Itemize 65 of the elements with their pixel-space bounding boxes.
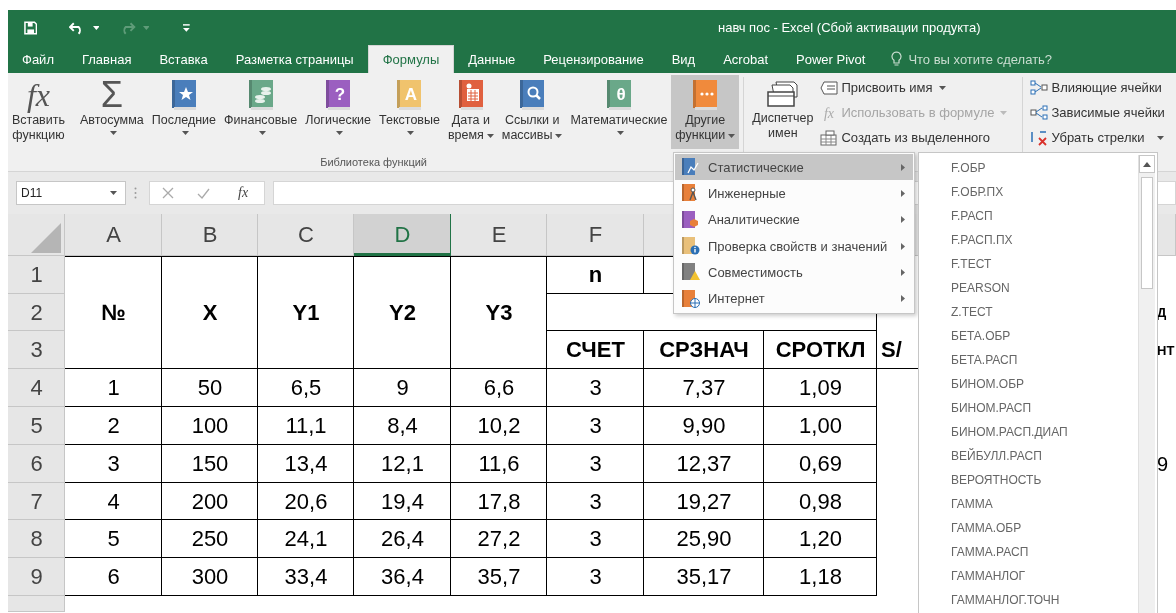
- table-cell: 0,98: [764, 483, 877, 520]
- table-cell: 12,1: [354, 445, 451, 483]
- table-cell: 12,37: [644, 445, 764, 483]
- table-cell: СЧЕТ: [547, 331, 644, 369]
- table-cell: 6: [65, 558, 162, 596]
- table-cell: 35,7: [451, 558, 547, 596]
- table-cell: 4: [65, 483, 162, 520]
- table-cell: 3: [547, 369, 644, 407]
- table-cell: 35,17: [644, 558, 764, 596]
- book-icon: A: [395, 79, 424, 111]
- table-cell: 200: [162, 483, 258, 520]
- table-cell: 100: [162, 407, 258, 445]
- table-cell: 3: [547, 558, 644, 596]
- table-cell: Y1: [258, 256, 354, 369]
- table-cell: 3: [547, 483, 644, 520]
- window-title: навч пос - Excel (Сбой активации продукта): [718, 20, 981, 35]
- table-cell: 9: [354, 369, 451, 407]
- table-cell: 33,4: [258, 558, 354, 596]
- table-cell: Y3: [451, 256, 547, 369]
- table-cell: 17,8: [451, 483, 547, 520]
- table-cell: №: [65, 256, 162, 369]
- table-cell: 50: [162, 369, 258, 407]
- table-cell: 8,4: [354, 407, 451, 445]
- table-cell: 5: [65, 520, 162, 558]
- table-cell: 13,4: [258, 445, 354, 483]
- function-icon: fx: [26, 77, 51, 113]
- table-cell: 1,09: [764, 369, 877, 407]
- table-cell: 25,90: [644, 520, 764, 558]
- table-cell: 2: [65, 407, 162, 445]
- table-cell: n: [547, 256, 644, 294]
- table-cell: X: [162, 256, 258, 369]
- table-cell: СРЗНАЧ: [644, 331, 764, 369]
- table-cell: 6,5: [258, 369, 354, 407]
- table-cell: 0,69: [764, 445, 877, 483]
- table-cell: 1,00: [764, 407, 877, 445]
- book-icon: ?: [324, 79, 353, 111]
- table-cell: 20,6: [258, 483, 354, 520]
- table-cell: Y2: [354, 256, 451, 369]
- table-cell: 1,20: [764, 520, 877, 558]
- table-cell: 11,1: [258, 407, 354, 445]
- table-cell: 11,6: [451, 445, 547, 483]
- table-cell: 3: [547, 445, 644, 483]
- table-cell: 26,4: [354, 520, 451, 558]
- table-cell: 3: [547, 520, 644, 558]
- table-cell: СРОТКЛ: [764, 331, 877, 369]
- table-cell: 19,4: [354, 483, 451, 520]
- table-cell: 1: [65, 369, 162, 407]
- table-cell: 250: [162, 520, 258, 558]
- table-cell: 1,18: [764, 558, 877, 596]
- table-cell: 27,2: [451, 520, 547, 558]
- table-cell: 19,27: [644, 483, 764, 520]
- function-icon: fx: [820, 104, 839, 121]
- group-label: Библиотека функций: [320, 156, 427, 168]
- table-cell: 3: [547, 407, 644, 445]
- table-cell: 3: [65, 445, 162, 483]
- table-cell: 150: [162, 445, 258, 483]
- sigma-icon: Σ: [100, 77, 123, 113]
- table-cell: 24,1: [258, 520, 354, 558]
- table-cell: 6,6: [451, 369, 547, 407]
- book-icon: θ: [604, 79, 633, 111]
- table-cell: 9,90: [644, 407, 764, 445]
- table-cell: 7,37: [644, 369, 764, 407]
- table-cell: 10,2: [451, 407, 547, 445]
- table-cell: 300: [162, 558, 258, 596]
- table-cell: 36,4: [354, 558, 451, 596]
